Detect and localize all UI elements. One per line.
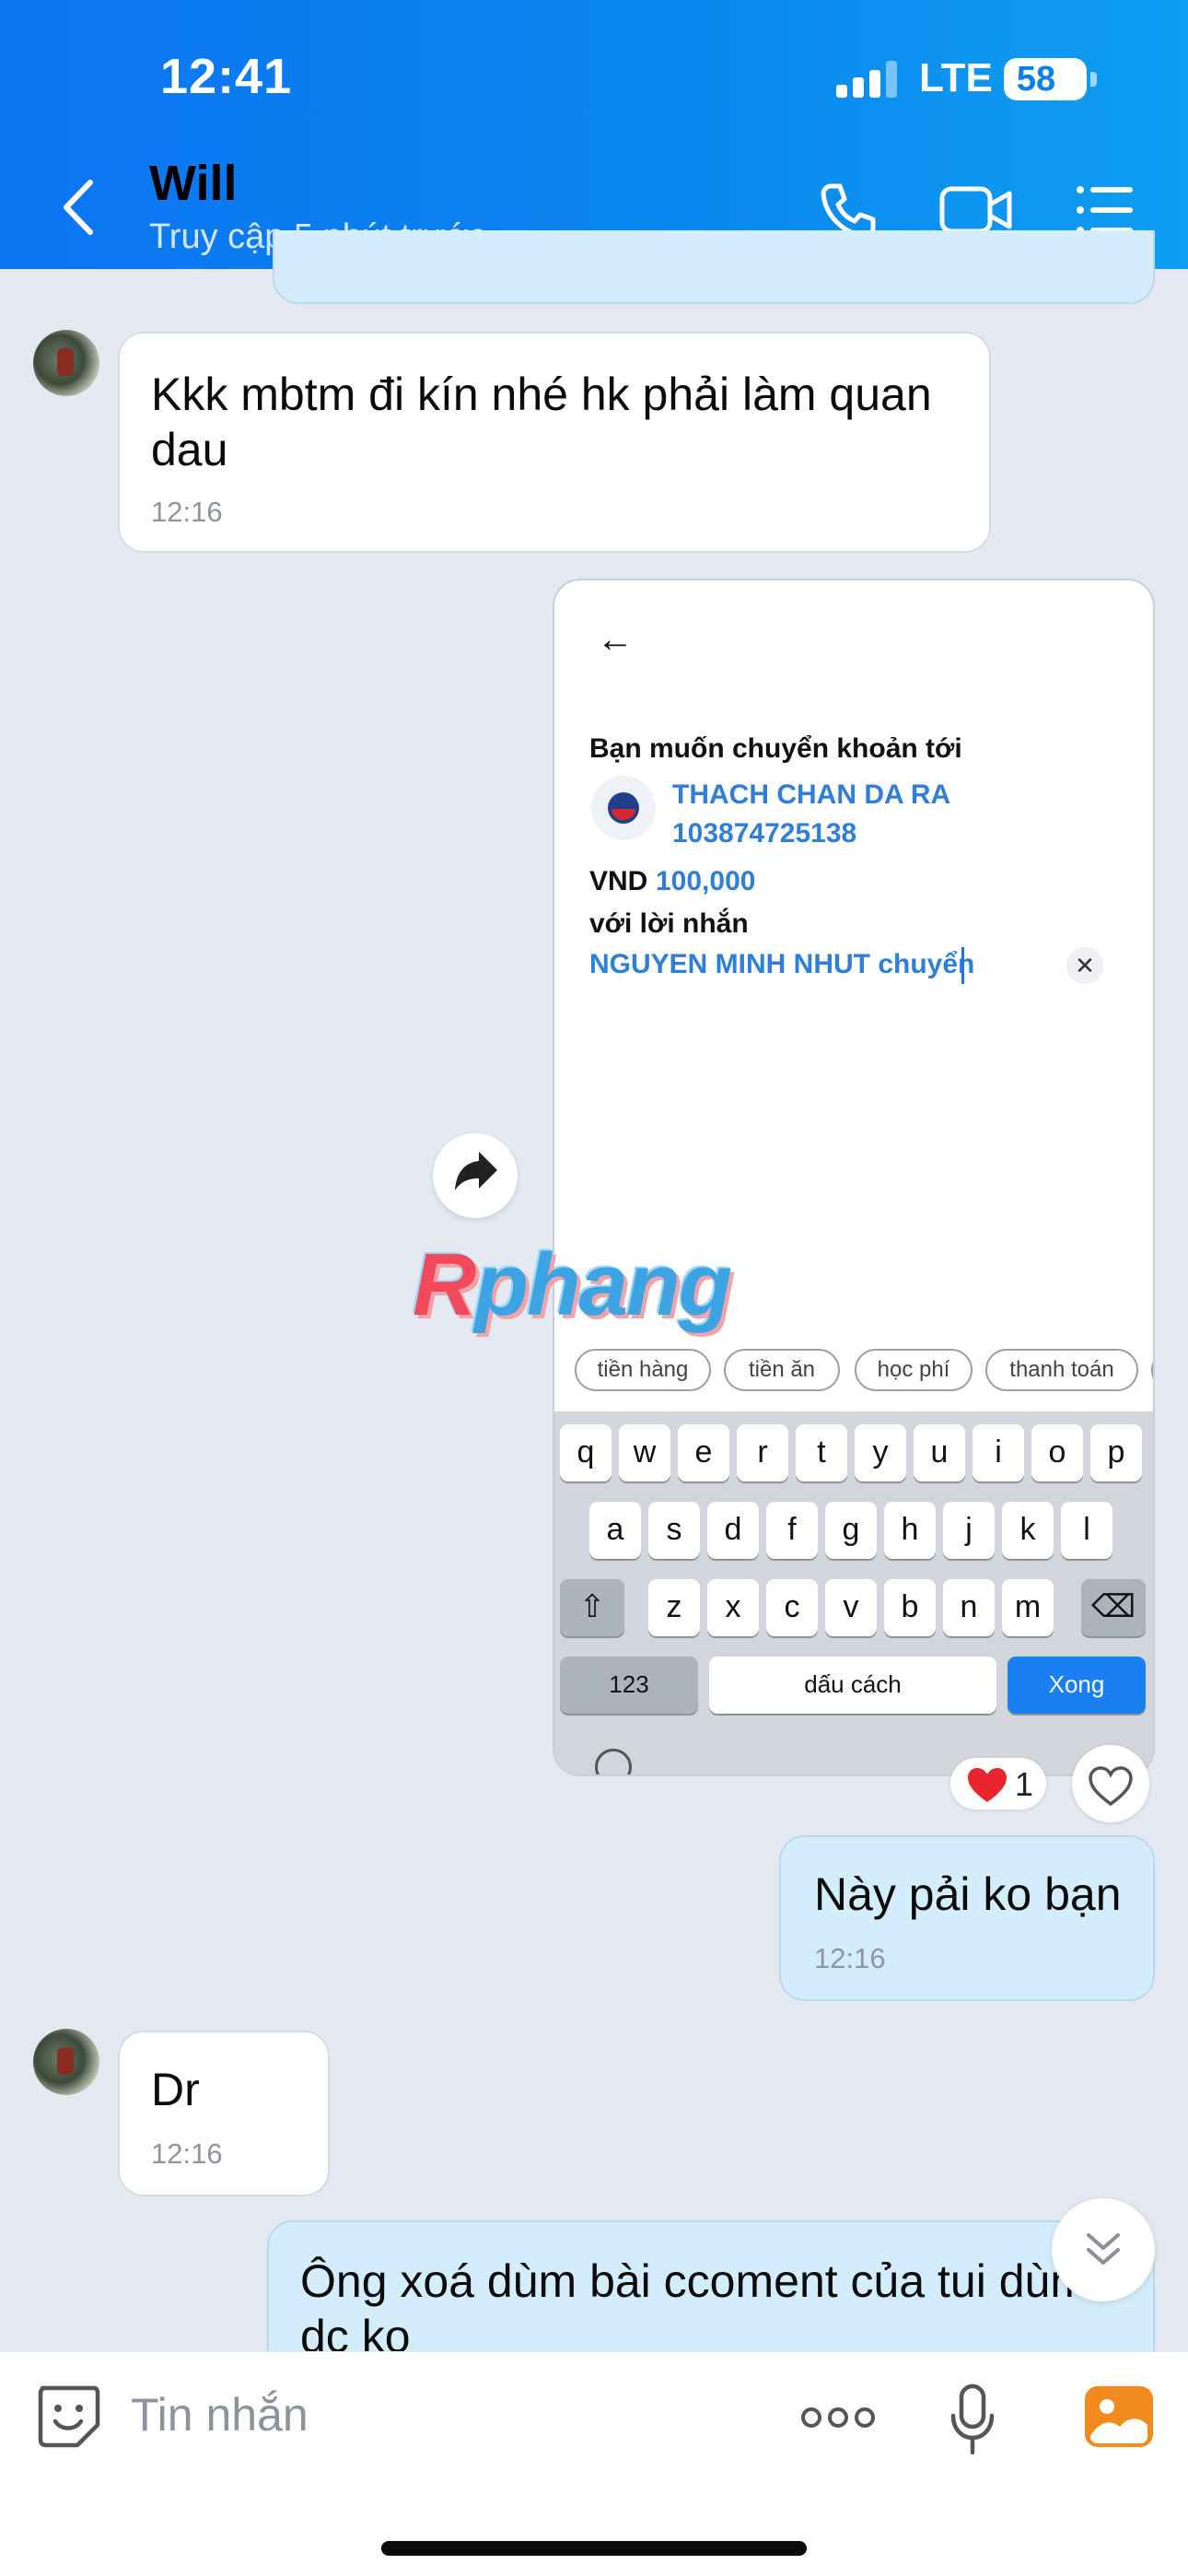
scroll-to-bottom-button[interactable] — [1052, 2198, 1155, 2301]
sticker-face-icon — [38, 2385, 100, 2448]
message-text: Ông xoá dùm bài ccoment của tui dùm dc k… — [300, 2255, 1089, 2362]
suggestion-chips: tiền hàng tiền ăn học phí thanh toán — [575, 1349, 1153, 1395]
contact-avatar[interactable] — [33, 2029, 99, 2095]
contact-avatar[interactable] — [33, 330, 99, 396]
keyboard-key: e — [678, 1424, 729, 1481]
message-bubble-outgoing[interactable]: Này pải ko bạn 12:16 — [779, 1835, 1155, 2001]
message-bubble-outgoing-previous[interactable] — [273, 230, 1155, 304]
keyboard-key: t — [796, 1424, 847, 1481]
message-time: 12:16 — [151, 496, 223, 528]
transfer-screenshot-image[interactable]: ← Bạn muốn chuyển khoản tới THACH CHAN D… — [553, 579, 1155, 1776]
watermark-first: R — [413, 1235, 476, 1334]
sticker-button[interactable] — [33, 2381, 103, 2451]
keyboard-key: m — [1002, 1579, 1054, 1636]
status-time: 12:41 — [160, 49, 293, 104]
keyboard-key: b — [884, 1579, 936, 1636]
keyboard-image: qwertyuiop asdfghjkl zxcvbnm ⇧ ⌫ 123 dấu… — [554, 1411, 1153, 1774]
chip: thanh toán — [985, 1349, 1138, 1391]
recipient-account: 103874725138 — [672, 818, 857, 849]
keyboard-key: s — [648, 1502, 700, 1559]
double-chevron-down-icon — [1087, 2233, 1120, 2265]
message-text: Kkk mbtm đi kín nhé hk phải làm quan dau — [151, 369, 932, 475]
react-button[interactable] — [1072, 1745, 1149, 1822]
message-input[interactable]: Tin nhắn — [131, 2388, 309, 2441]
message-bubble-incoming[interactable]: Kkk mbtm đi kín nhé hk phải làm quan dau… — [118, 332, 991, 553]
text-caret — [961, 947, 964, 984]
keyboard-key: r — [737, 1424, 788, 1481]
battery-cap — [1090, 72, 1097, 87]
watermark-rest: phang — [474, 1235, 732, 1334]
keyboard-key: v — [825, 1579, 877, 1636]
done-key: Xong — [1007, 1657, 1146, 1714]
watermark-logo: Rphang — [413, 1235, 732, 1336]
keyboard-key: i — [973, 1424, 1024, 1481]
microphone-icon — [950, 2383, 995, 2455]
recipient-name: THACH CHAN DA RA — [672, 779, 951, 810]
list-menu-icon — [1077, 186, 1133, 234]
shift-key: ⇧ — [560, 1579, 624, 1636]
message-label: với lời nhắn — [589, 908, 749, 939]
chip: tiền ăn — [724, 1349, 840, 1391]
chat-menu-button[interactable] — [1076, 184, 1135, 236]
transfer-message: NGUYEN MINH NHUT chuyển — [589, 949, 975, 979]
video-call-button[interactable] — [939, 184, 1013, 236]
bank-logo-icon — [591, 776, 656, 840]
keyboard-key: a — [589, 1502, 641, 1559]
transfer-amount: 100,000 — [656, 866, 756, 896]
arrow-left-icon: ← — [597, 619, 634, 660]
keyboard-key: z — [648, 1579, 700, 1636]
chevron-left-icon — [64, 180, 93, 235]
space-key: dấu cách — [709, 1657, 996, 1714]
keyboard-key: h — [884, 1502, 936, 1559]
message-bubble-incoming[interactable]: Dr 12:16 — [118, 2031, 330, 2196]
keyboard-key: g — [825, 1502, 877, 1559]
chip — [1151, 1349, 1153, 1391]
keyboard-key: q — [560, 1424, 611, 1481]
photo-gallery-button[interactable] — [1083, 2384, 1155, 2449]
video-camera-icon — [939, 186, 1012, 234]
keyboard-key: j — [943, 1502, 995, 1559]
keyboard-key: c — [766, 1579, 818, 1636]
keyboard-key: n — [943, 1579, 995, 1636]
message-text: Này pải ko bạn — [814, 1868, 1122, 1920]
reaction-count: 1 — [1015, 1765, 1034, 1803]
more-dots-icon — [801, 2407, 875, 2428]
image-gallery-icon — [1085, 2386, 1153, 2447]
heart-outline-icon — [1089, 1766, 1133, 1807]
chip: học phí — [855, 1349, 973, 1391]
voice-record-button[interactable] — [949, 2383, 996, 2458]
battery-icon: 58 — [1004, 58, 1087, 100]
keyboard-key: w — [619, 1424, 670, 1481]
message-time: 12:16 — [151, 2137, 223, 2170]
keyboard-key: f — [766, 1502, 818, 1559]
keyboard-key: p — [1090, 1424, 1142, 1481]
numbers-key: 123 — [560, 1657, 698, 1714]
transfer-heading: Bạn muốn chuyển khoản tới — [589, 733, 962, 764]
keyboard-key: y — [855, 1424, 906, 1481]
reaction-summary[interactable]: 1 — [950, 1758, 1046, 1809]
keyboard-key: d — [707, 1502, 759, 1559]
network-type: LTE — [919, 55, 993, 100]
message-time: 12:16 — [814, 1942, 886, 1974]
heart-icon — [968, 1768, 1007, 1802]
share-arrow-icon — [455, 1152, 497, 1190]
emoji-icon — [595, 1749, 632, 1774]
more-options-button[interactable] — [799, 2399, 877, 2436]
message-text: Dr — [151, 2064, 200, 2115]
home-indicator — [381, 2541, 807, 2556]
currency-label: VND — [589, 866, 648, 896]
signal-icon — [836, 61, 897, 98]
chat-title[interactable]: Will — [149, 155, 238, 212]
keyboard-key: o — [1031, 1424, 1083, 1481]
keyboard-key: l — [1061, 1502, 1112, 1559]
battery-level: 58 — [1016, 60, 1056, 99]
chip: tiền hàng — [575, 1349, 711, 1391]
backspace-key: ⌫ — [1081, 1579, 1146, 1636]
forward-button[interactable] — [433, 1133, 518, 1218]
keyboard-key: k — [1002, 1502, 1054, 1559]
keyboard-key: x — [707, 1579, 759, 1636]
back-button[interactable] — [52, 175, 107, 240]
close-icon: ✕ — [1066, 947, 1103, 984]
keyboard-key: u — [914, 1424, 965, 1481]
